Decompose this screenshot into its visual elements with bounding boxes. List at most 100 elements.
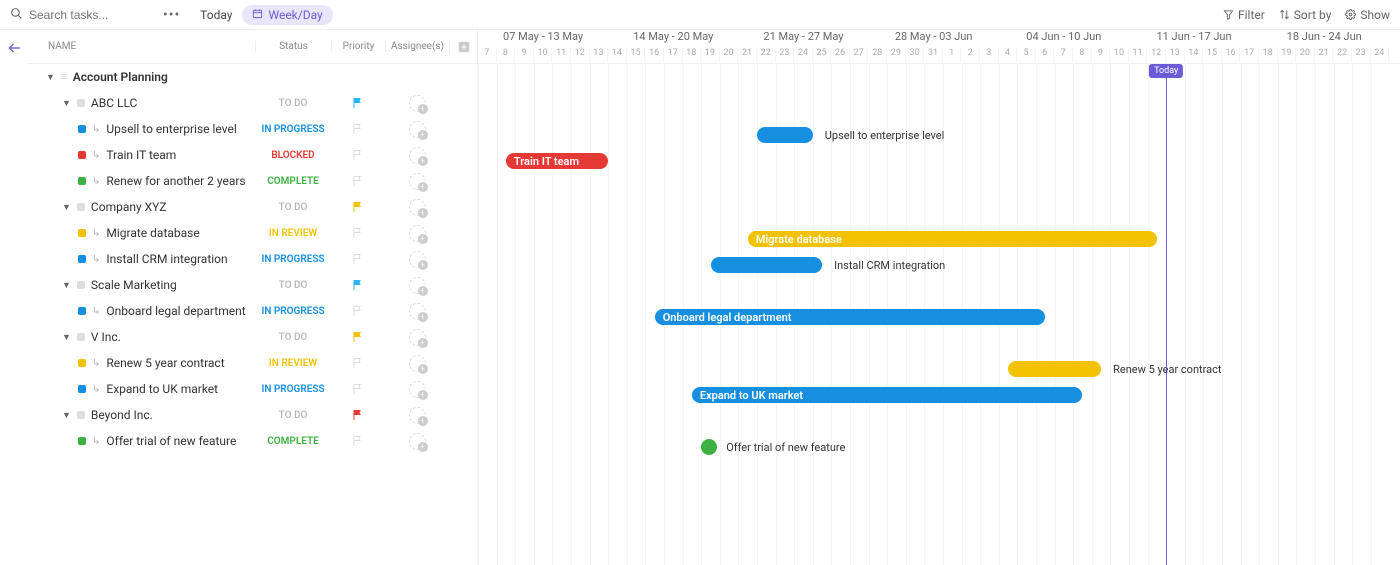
- priority-cell[interactable]: [331, 409, 385, 421]
- gantt-bar[interactable]: Migrate database: [748, 231, 1157, 247]
- task-name[interactable]: ↳Expand to UK market: [28, 382, 255, 396]
- add-assignee-icon[interactable]: [409, 407, 426, 424]
- status-cell[interactable]: COMPLETE: [255, 436, 331, 447]
- status-cell[interactable]: TO DO: [255, 98, 331, 109]
- task-name[interactable]: ▼≡Account Planning: [28, 70, 255, 84]
- assignee-cell[interactable]: [385, 251, 449, 268]
- priority-cell[interactable]: [331, 227, 385, 239]
- add-assignee-icon[interactable]: [409, 381, 426, 398]
- status-cell[interactable]: IN PROGRESS: [255, 124, 331, 135]
- priority-cell[interactable]: [331, 175, 385, 187]
- assignee-cell[interactable]: [385, 173, 449, 190]
- priority-cell[interactable]: [331, 279, 385, 291]
- priority-cell[interactable]: [331, 331, 385, 343]
- priority-cell[interactable]: [331, 435, 385, 447]
- priority-cell[interactable]: [331, 253, 385, 265]
- task-name[interactable]: ▼Company XYZ: [28, 200, 255, 214]
- task-name[interactable]: ↳Offer trial of new feature: [28, 434, 255, 448]
- status-cell[interactable]: IN PROGRESS: [255, 254, 331, 265]
- chevron-down-icon[interactable]: ▼: [62, 332, 71, 343]
- gantt-bar[interactable]: Train IT team: [506, 153, 608, 169]
- chevron-down-icon[interactable]: ▼: [46, 72, 55, 83]
- task-name[interactable]: ▼Scale Marketing: [28, 278, 255, 292]
- priority-cell[interactable]: [331, 97, 385, 109]
- task-name[interactable]: ↳Renew 5 year contract: [28, 356, 255, 370]
- status-cell[interactable]: IN PROGRESS: [255, 384, 331, 395]
- task-name[interactable]: ↳Renew for another 2 years: [28, 174, 255, 188]
- gantt-bar[interactable]: [757, 127, 813, 143]
- add-assignee-icon[interactable]: [409, 433, 426, 450]
- task-name[interactable]: ↳Upsell to enterprise level: [28, 122, 255, 136]
- status-cell[interactable]: IN REVIEW: [255, 228, 331, 239]
- gantt-bar[interactable]: Expand to UK market: [692, 387, 1083, 403]
- assignee-cell[interactable]: [385, 95, 449, 112]
- status-cell[interactable]: IN PROGRESS: [255, 306, 331, 317]
- status-cell[interactable]: BLOCKED: [255, 150, 331, 161]
- add-assignee-icon[interactable]: [409, 199, 426, 216]
- task-name[interactable]: ↳Install CRM integration: [28, 252, 255, 266]
- assignee-cell[interactable]: [385, 147, 449, 164]
- priority-cell[interactable]: [331, 305, 385, 317]
- assignee-cell[interactable]: [385, 277, 449, 294]
- add-assignee-icon[interactable]: [409, 95, 426, 112]
- add-assignee-icon[interactable]: [409, 329, 426, 346]
- task-name[interactable]: ▼V Inc.: [28, 330, 255, 344]
- gantt-bar[interactable]: [701, 439, 717, 455]
- chevron-down-icon[interactable]: ▼: [62, 98, 71, 109]
- priority-cell[interactable]: [331, 383, 385, 395]
- chevron-down-icon[interactable]: ▼: [62, 410, 71, 421]
- priority-cell[interactable]: [331, 149, 385, 161]
- search-input[interactable]: [29, 8, 149, 22]
- sortby-button[interactable]: Sort by: [1279, 8, 1332, 22]
- status-cell[interactable]: TO DO: [255, 280, 331, 291]
- status-cell[interactable]: TO DO: [255, 332, 331, 343]
- gantt-bar[interactable]: [711, 257, 823, 273]
- add-assignee-icon[interactable]: [409, 173, 426, 190]
- col-status[interactable]: Status: [255, 41, 331, 52]
- add-assignee-icon[interactable]: [409, 225, 426, 242]
- assignee-cell[interactable]: [385, 433, 449, 450]
- status-cell[interactable]: TO DO: [255, 202, 331, 213]
- chevron-down-icon[interactable]: ▼: [62, 202, 71, 213]
- col-assignees[interactable]: Assignee(s): [385, 41, 449, 52]
- task-name[interactable]: ▼Beyond Inc.: [28, 408, 255, 422]
- today-button[interactable]: Today: [200, 8, 232, 22]
- assignee-cell[interactable]: [385, 199, 449, 216]
- assignee-cell[interactable]: [385, 407, 449, 424]
- assignee-cell[interactable]: [385, 329, 449, 346]
- task-name[interactable]: ↳Onboard legal department: [28, 304, 255, 318]
- day-header: 26: [831, 48, 850, 64]
- show-button[interactable]: Show: [1345, 8, 1390, 22]
- add-column-button[interactable]: [449, 40, 477, 54]
- assignee-cell[interactable]: [385, 303, 449, 320]
- task-name[interactable]: ▼ABC LLC: [28, 96, 255, 110]
- chevron-down-icon[interactable]: ▼: [62, 280, 71, 291]
- more-icon[interactable]: •••: [163, 7, 180, 23]
- add-assignee-icon[interactable]: [409, 121, 426, 138]
- priority-cell[interactable]: [331, 357, 385, 369]
- status-cell[interactable]: COMPLETE: [255, 176, 331, 187]
- weekday-toggle[interactable]: Week/Day: [242, 5, 332, 25]
- add-assignee-icon[interactable]: [409, 277, 426, 294]
- collapse-sidebar-button[interactable]: [0, 30, 28, 565]
- task-name[interactable]: ↳Migrate database: [28, 226, 255, 240]
- task-name[interactable]: ↳Train IT team: [28, 148, 255, 162]
- filter-button[interactable]: Filter: [1223, 8, 1265, 22]
- priority-cell[interactable]: [331, 201, 385, 213]
- col-priority[interactable]: Priority: [331, 41, 385, 52]
- status-cell[interactable]: TO DO: [255, 410, 331, 421]
- add-assignee-icon[interactable]: [409, 147, 426, 164]
- status-cell[interactable]: IN REVIEW: [255, 358, 331, 369]
- search-wrap[interactable]: [10, 7, 149, 23]
- add-assignee-icon[interactable]: [409, 355, 426, 372]
- priority-cell[interactable]: [331, 123, 385, 135]
- add-assignee-icon[interactable]: [409, 251, 426, 268]
- gantt-bar[interactable]: Onboard legal department: [655, 309, 1046, 325]
- assignee-cell[interactable]: [385, 381, 449, 398]
- gantt-bar[interactable]: [1008, 361, 1101, 377]
- assignee-cell[interactable]: [385, 355, 449, 372]
- assignee-cell[interactable]: [385, 121, 449, 138]
- assignee-cell[interactable]: [385, 225, 449, 242]
- add-assignee-icon[interactable]: [409, 303, 426, 320]
- col-name[interactable]: NAME: [28, 41, 255, 52]
